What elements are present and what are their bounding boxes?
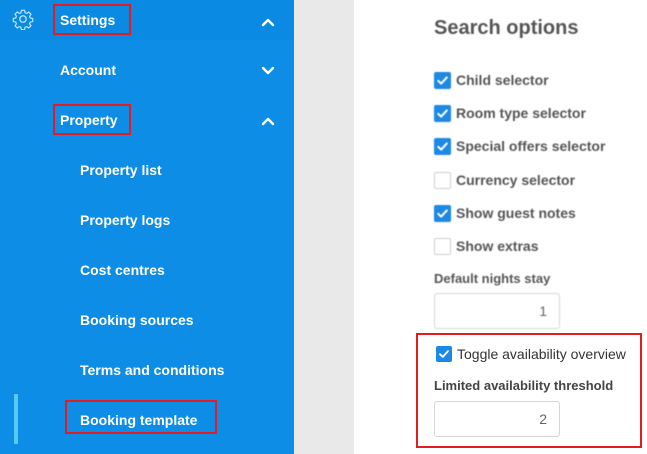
sidebar-item-account[interactable]: Account [0,50,294,90]
checkbox-checked[interactable] [434,205,451,222]
chevron-up-icon[interactable] [261,14,275,27]
checkbox-unchecked[interactable] [434,238,451,255]
checkbox-checked[interactable] [434,138,451,155]
sidebar-item-terms-and-conditions[interactable]: Terms and conditions [0,350,294,390]
sidebar-item-label: Account [60,62,116,78]
checkbox-checked[interactable] [434,105,451,122]
annotation-box-settings [53,4,131,35]
option-label: Show extras [456,238,539,254]
annotation-box-availability [416,333,642,448]
content-gutter [294,0,354,454]
sidebar-item-property[interactable]: Property [0,100,294,140]
search-options-section: Search options Child selector Room type … [354,0,647,330]
sidebar-item-label: Property logs [80,212,171,228]
gear-icon [12,8,34,31]
option-label: Currency selector [456,172,576,188]
sidebar-item-settings[interactable]: Settings [0,0,294,40]
sidebar-item-label: Cost centres [80,262,165,278]
sidebar-item-label: Property list [80,162,162,178]
annotation-box-booking-template [65,400,217,434]
checkbox-checked[interactable] [434,72,451,89]
sidebar-item-property-list[interactable]: Property list [0,150,294,190]
chevron-up-icon[interactable] [261,113,275,126]
option-label: Room type selector [456,105,586,121]
sidebar-item-booking-sources[interactable]: Booking sources [0,300,294,340]
section-title: Search options [434,17,579,39]
default-nights-input[interactable] [434,293,560,329]
sidebar-item-label: Terms and conditions [80,362,225,378]
sidebar-item-property-logs[interactable]: Property logs [0,200,294,240]
option-label: Show guest notes [456,205,576,221]
checkbox-unchecked[interactable] [434,172,451,189]
sidebar-item-label: Booking sources [80,312,194,328]
option-label: Special offers selector [456,138,606,154]
chevron-down-icon[interactable] [261,63,275,75]
sidebar-item-cost-centres[interactable]: Cost centres [0,250,294,290]
annotation-box-property [53,104,131,135]
option-label: Child selector [456,72,549,88]
sidebar: Settings Account Property Property list … [0,0,294,454]
active-indicator [14,394,18,444]
default-nights-label: Default nights stay [434,271,551,286]
